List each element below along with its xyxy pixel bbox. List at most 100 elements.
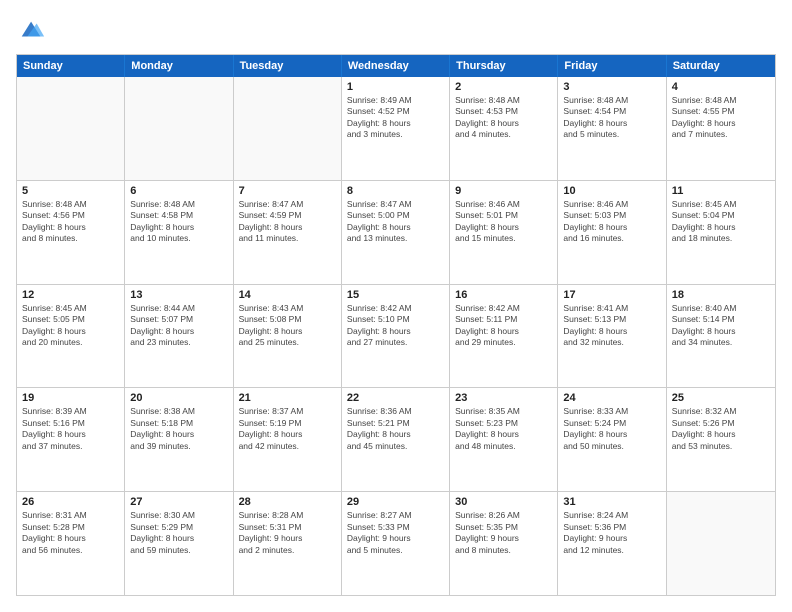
- calendar-cell-4: 4 Sunrise: 8:48 AM Sunset: 4:55 PM Daylig…: [667, 77, 775, 180]
- logo-icon: [18, 16, 46, 44]
- day-number-2: 2: [455, 81, 552, 93]
- calendar-cell-16: 16 Sunrise: 8:42 AM Sunset: 5:11 PM Dayli…: [450, 285, 558, 388]
- cell-text-16: Sunrise: 8:42 AM Sunset: 5:11 PM Dayligh…: [455, 303, 552, 349]
- day-number-21: 21: [239, 392, 336, 404]
- day-number-27: 27: [130, 496, 227, 508]
- cell-text-2: Sunrise: 8:48 AM Sunset: 4:53 PM Dayligh…: [455, 95, 552, 141]
- day-number-17: 17: [563, 289, 660, 301]
- calendar-cell-2: 2 Sunrise: 8:48 AM Sunset: 4:53 PM Daylig…: [450, 77, 558, 180]
- cell-text-7: Sunrise: 8:47 AM Sunset: 4:59 PM Dayligh…: [239, 199, 336, 245]
- day-number-9: 9: [455, 185, 552, 197]
- cell-text-4: Sunrise: 8:48 AM Sunset: 4:55 PM Dayligh…: [672, 95, 770, 141]
- calendar-row-0: 1 Sunrise: 8:49 AM Sunset: 4:52 PM Daylig…: [17, 77, 775, 181]
- calendar-cell-26: 26 Sunrise: 8:31 AM Sunset: 5:28 PM Dayli…: [17, 492, 125, 595]
- calendar-cell-empty-0-1: [125, 77, 233, 180]
- calendar-cell-11: 11 Sunrise: 8:45 AM Sunset: 5:04 PM Dayli…: [667, 181, 775, 284]
- calendar-cell-14: 14 Sunrise: 8:43 AM Sunset: 5:08 PM Dayli…: [234, 285, 342, 388]
- cell-text-17: Sunrise: 8:41 AM Sunset: 5:13 PM Dayligh…: [563, 303, 660, 349]
- calendar-cell-5: 5 Sunrise: 8:48 AM Sunset: 4:56 PM Daylig…: [17, 181, 125, 284]
- calendar: SundayMondayTuesdayWednesdayThursdayFrid…: [16, 54, 776, 596]
- day-number-14: 14: [239, 289, 336, 301]
- calendar-cell-8: 8 Sunrise: 8:47 AM Sunset: 5:00 PM Daylig…: [342, 181, 450, 284]
- calendar-cell-17: 17 Sunrise: 8:41 AM Sunset: 5:13 PM Dayli…: [558, 285, 666, 388]
- cell-text-24: Sunrise: 8:33 AM Sunset: 5:24 PM Dayligh…: [563, 406, 660, 452]
- day-number-31: 31: [563, 496, 660, 508]
- day-number-8: 8: [347, 185, 444, 197]
- calendar-row-3: 19 Sunrise: 8:39 AM Sunset: 5:16 PM Dayli…: [17, 388, 775, 492]
- day-number-1: 1: [347, 81, 444, 93]
- day-number-13: 13: [130, 289, 227, 301]
- calendar-cell-25: 25 Sunrise: 8:32 AM Sunset: 5:26 PM Dayli…: [667, 388, 775, 491]
- cell-text-27: Sunrise: 8:30 AM Sunset: 5:29 PM Dayligh…: [130, 510, 227, 556]
- calendar-body: 1 Sunrise: 8:49 AM Sunset: 4:52 PM Daylig…: [17, 77, 775, 595]
- cell-text-25: Sunrise: 8:32 AM Sunset: 5:26 PM Dayligh…: [672, 406, 770, 452]
- cell-text-14: Sunrise: 8:43 AM Sunset: 5:08 PM Dayligh…: [239, 303, 336, 349]
- day-number-16: 16: [455, 289, 552, 301]
- cell-text-5: Sunrise: 8:48 AM Sunset: 4:56 PM Dayligh…: [22, 199, 119, 245]
- cell-text-18: Sunrise: 8:40 AM Sunset: 5:14 PM Dayligh…: [672, 303, 770, 349]
- cell-text-6: Sunrise: 8:48 AM Sunset: 4:58 PM Dayligh…: [130, 199, 227, 245]
- day-number-29: 29: [347, 496, 444, 508]
- cell-text-12: Sunrise: 8:45 AM Sunset: 5:05 PM Dayligh…: [22, 303, 119, 349]
- cell-text-20: Sunrise: 8:38 AM Sunset: 5:18 PM Dayligh…: [130, 406, 227, 452]
- calendar-cell-1: 1 Sunrise: 8:49 AM Sunset: 4:52 PM Daylig…: [342, 77, 450, 180]
- day-number-4: 4: [672, 81, 770, 93]
- calendar-cell-31: 31 Sunrise: 8:24 AM Sunset: 5:36 PM Dayli…: [558, 492, 666, 595]
- cell-text-11: Sunrise: 8:45 AM Sunset: 5:04 PM Dayligh…: [672, 199, 770, 245]
- calendar-row-4: 26 Sunrise: 8:31 AM Sunset: 5:28 PM Dayli…: [17, 492, 775, 595]
- day-number-12: 12: [22, 289, 119, 301]
- cell-text-31: Sunrise: 8:24 AM Sunset: 5:36 PM Dayligh…: [563, 510, 660, 556]
- calendar-cell-9: 9 Sunrise: 8:46 AM Sunset: 5:01 PM Daylig…: [450, 181, 558, 284]
- day-number-5: 5: [22, 185, 119, 197]
- calendar-cell-12: 12 Sunrise: 8:45 AM Sunset: 5:05 PM Dayli…: [17, 285, 125, 388]
- cell-text-9: Sunrise: 8:46 AM Sunset: 5:01 PM Dayligh…: [455, 199, 552, 245]
- day-number-6: 6: [130, 185, 227, 197]
- day-number-24: 24: [563, 392, 660, 404]
- cell-text-21: Sunrise: 8:37 AM Sunset: 5:19 PM Dayligh…: [239, 406, 336, 452]
- weekday-header-saturday: Saturday: [667, 55, 775, 77]
- day-number-25: 25: [672, 392, 770, 404]
- calendar-cell-20: 20 Sunrise: 8:38 AM Sunset: 5:18 PM Dayli…: [125, 388, 233, 491]
- cell-text-15: Sunrise: 8:42 AM Sunset: 5:10 PM Dayligh…: [347, 303, 444, 349]
- weekday-header-thursday: Thursday: [450, 55, 558, 77]
- day-number-7: 7: [239, 185, 336, 197]
- calendar-cell-6: 6 Sunrise: 8:48 AM Sunset: 4:58 PM Daylig…: [125, 181, 233, 284]
- cell-text-13: Sunrise: 8:44 AM Sunset: 5:07 PM Dayligh…: [130, 303, 227, 349]
- calendar-cell-24: 24 Sunrise: 8:33 AM Sunset: 5:24 PM Dayli…: [558, 388, 666, 491]
- cell-text-1: Sunrise: 8:49 AM Sunset: 4:52 PM Dayligh…: [347, 95, 444, 141]
- calendar-cell-29: 29 Sunrise: 8:27 AM Sunset: 5:33 PM Dayli…: [342, 492, 450, 595]
- day-number-20: 20: [130, 392, 227, 404]
- cell-text-30: Sunrise: 8:26 AM Sunset: 5:35 PM Dayligh…: [455, 510, 552, 556]
- day-number-28: 28: [239, 496, 336, 508]
- cell-text-19: Sunrise: 8:39 AM Sunset: 5:16 PM Dayligh…: [22, 406, 119, 452]
- day-number-26: 26: [22, 496, 119, 508]
- cell-text-28: Sunrise: 8:28 AM Sunset: 5:31 PM Dayligh…: [239, 510, 336, 556]
- weekday-header-sunday: Sunday: [17, 55, 125, 77]
- calendar-cell-21: 21 Sunrise: 8:37 AM Sunset: 5:19 PM Dayli…: [234, 388, 342, 491]
- calendar-cell-13: 13 Sunrise: 8:44 AM Sunset: 5:07 PM Dayli…: [125, 285, 233, 388]
- cell-text-29: Sunrise: 8:27 AM Sunset: 5:33 PM Dayligh…: [347, 510, 444, 556]
- cell-text-3: Sunrise: 8:48 AM Sunset: 4:54 PM Dayligh…: [563, 95, 660, 141]
- cell-text-10: Sunrise: 8:46 AM Sunset: 5:03 PM Dayligh…: [563, 199, 660, 245]
- day-number-3: 3: [563, 81, 660, 93]
- weekday-header-friday: Friday: [558, 55, 666, 77]
- header: [16, 16, 776, 44]
- weekday-header-wednesday: Wednesday: [342, 55, 450, 77]
- day-number-11: 11: [672, 185, 770, 197]
- cell-text-8: Sunrise: 8:47 AM Sunset: 5:00 PM Dayligh…: [347, 199, 444, 245]
- calendar-cell-empty-0-2: [234, 77, 342, 180]
- day-number-22: 22: [347, 392, 444, 404]
- day-number-19: 19: [22, 392, 119, 404]
- calendar-cell-10: 10Sunrise: 8:46 AM Sunset: 5:03 PM Dayli…: [558, 181, 666, 284]
- day-number-15: 15: [347, 289, 444, 301]
- calendar-cell-15: 15 Sunrise: 8:42 AM Sunset: 5:10 PM Dayli…: [342, 285, 450, 388]
- calendar-cell-23: 23 Sunrise: 8:35 AM Sunset: 5:23 PM Dayli…: [450, 388, 558, 491]
- page: SundayMondayTuesdayWednesdayThursdayFrid…: [0, 0, 792, 612]
- cell-text-26: Sunrise: 8:31 AM Sunset: 5:28 PM Dayligh…: [22, 510, 119, 556]
- day-number-18: 18: [672, 289, 770, 301]
- day-number-23: 23: [455, 392, 552, 404]
- calendar-row-1: 5 Sunrise: 8:48 AM Sunset: 4:56 PM Daylig…: [17, 181, 775, 285]
- calendar-cell-28: 28 Sunrise: 8:28 AM Sunset: 5:31 PM Dayli…: [234, 492, 342, 595]
- cell-text-23: Sunrise: 8:35 AM Sunset: 5:23 PM Dayligh…: [455, 406, 552, 452]
- calendar-cell-22: 22Sunrise: 8:36 AM Sunset: 5:21 PM Dayli…: [342, 388, 450, 491]
